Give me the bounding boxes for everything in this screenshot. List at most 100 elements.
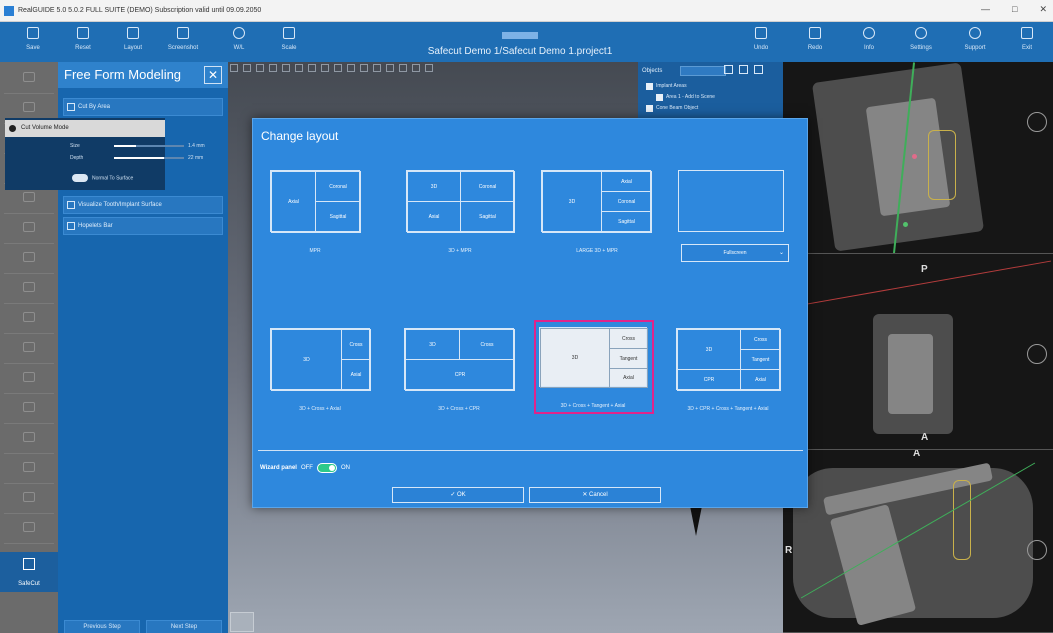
- tool-item[interactable]: [4, 66, 54, 94]
- window-level-button[interactable]: W/L: [214, 25, 264, 59]
- previous-step-button[interactable]: Previous Step: [64, 620, 140, 633]
- minimize-button[interactable]: —: [981, 4, 990, 15]
- view-tool-icon[interactable]: [399, 64, 407, 72]
- tool-icon: [23, 402, 35, 412]
- tool-item[interactable]: [4, 456, 54, 484]
- exit-button[interactable]: Exit: [1002, 25, 1052, 59]
- view-tool-icon[interactable]: [386, 64, 394, 72]
- layout-caption: 3D + Cross + Axial: [299, 406, 341, 412]
- save-button[interactable]: Save: [8, 25, 58, 59]
- tool-item[interactable]: [4, 366, 54, 394]
- navigation-control[interactable]: [1027, 540, 1047, 560]
- implant-outline: [928, 130, 956, 200]
- tool-icon: [23, 252, 35, 262]
- view-tool-icon[interactable]: [347, 64, 355, 72]
- view-tool-icon[interactable]: [412, 64, 420, 72]
- next-step-button[interactable]: Next Step: [146, 620, 222, 633]
- exit-icon: [1021, 27, 1033, 39]
- tool-item[interactable]: [4, 306, 54, 334]
- depth-slider[interactable]: Depth 22 mm: [70, 155, 220, 163]
- object-row[interactable]: Area 1 - Add to Scene: [654, 93, 788, 102]
- undo-button[interactable]: Undo: [736, 25, 786, 59]
- normal-to-surface-toggle[interactable]: Normal To Surface: [72, 174, 133, 182]
- cut-by-area-option[interactable]: Cut By Area: [63, 98, 223, 116]
- hopelets-bar-option[interactable]: Hopelets Bar: [63, 217, 223, 235]
- view-tool-icon[interactable]: [321, 64, 329, 72]
- tool-icon: [23, 522, 35, 532]
- layout-button[interactable]: Layout: [108, 25, 158, 59]
- safecut-tool[interactable]: SafeCut: [0, 552, 58, 592]
- view-tool-icon[interactable]: [425, 64, 433, 72]
- layout-cell: 3D: [542, 171, 602, 233]
- layout-preview: [678, 170, 784, 232]
- tool-item[interactable]: [4, 426, 54, 454]
- tool-item[interactable]: [4, 216, 54, 244]
- ok-button[interactable]: ✓ OK: [392, 487, 524, 503]
- radio-icon: [9, 125, 16, 132]
- view-tool-icon[interactable]: [230, 64, 238, 72]
- grid-icon[interactable]: [739, 65, 748, 74]
- cut-volume-mode-option[interactable]: Cut Volume Mode: [5, 120, 165, 137]
- tool-icon: [23, 102, 35, 112]
- tool-item[interactable]: [4, 246, 54, 274]
- info-button[interactable]: Info: [844, 25, 894, 59]
- view-tool-icon[interactable]: [282, 64, 290, 72]
- layout-cell: Coronal: [315, 171, 361, 202]
- layout-preview: 3D Cross CPR: [404, 328, 515, 391]
- size-slider-track[interactable]: [114, 145, 184, 147]
- layout-preview: 3D Cross Axial: [270, 328, 371, 391]
- layout-caption: 3D + MPR: [448, 248, 472, 254]
- sagittal-view[interactable]: [783, 62, 1053, 254]
- reset-button[interactable]: Reset: [58, 25, 108, 59]
- tool-item[interactable]: [4, 336, 54, 364]
- screenshot-icon: [177, 27, 189, 39]
- tool-item[interactable]: [4, 276, 54, 304]
- navigation-control[interactable]: [1027, 112, 1047, 132]
- view-tool-icon[interactable]: [334, 64, 342, 72]
- maximize-button[interactable]: □: [1012, 4, 1017, 15]
- cancel-button[interactable]: ✕ Cancel: [529, 487, 661, 503]
- depth-slider-track[interactable]: [114, 157, 184, 159]
- save-icon: [27, 27, 39, 39]
- screenshot-button[interactable]: Screenshot: [158, 25, 208, 59]
- panel-close-button[interactable]: ✕: [204, 66, 222, 84]
- wizard-panel-toggle[interactable]: Wizard panel OFF ON: [260, 463, 350, 473]
- axial-view[interactable]: A R: [783, 450, 1053, 633]
- navigation-control[interactable]: [1027, 344, 1047, 364]
- settings-button[interactable]: Settings: [896, 25, 946, 59]
- fullscreen-select[interactable]: Fullscreen ⌄: [681, 244, 789, 262]
- tool-item[interactable]: [4, 396, 54, 424]
- visualize-surface-option[interactable]: Visualize Tooth/Implant Surface: [63, 196, 223, 214]
- object-row[interactable]: Implant Areas: [644, 82, 778, 91]
- reference-line: [784, 260, 1052, 309]
- wizard-switch[interactable]: [316, 463, 337, 473]
- view-tool-icon[interactable]: [243, 64, 251, 72]
- view-tool-icon[interactable]: [360, 64, 368, 72]
- view-tool-icon[interactable]: [373, 64, 381, 72]
- tool-item[interactable]: [4, 516, 54, 544]
- switch-knob: [328, 465, 335, 471]
- close-window-button[interactable]: ✕: [1039, 4, 1047, 15]
- view-tool-icon[interactable]: [295, 64, 303, 72]
- tool-item[interactable]: [4, 186, 54, 214]
- view-tool-icon[interactable]: [269, 64, 277, 72]
- object-row[interactable]: Cone Beam Object: [644, 104, 778, 113]
- objects-search-input[interactable]: [680, 66, 726, 76]
- layout-preview: 3D Cross Tangent CPR Axial: [676, 328, 781, 391]
- add-icon[interactable]: [724, 65, 733, 74]
- redo-button[interactable]: Redo: [790, 25, 840, 59]
- size-slider[interactable]: Size 1.4 mm: [70, 143, 220, 151]
- undo-icon: [755, 27, 767, 39]
- tool-item[interactable]: [4, 486, 54, 514]
- view-tool-icon[interactable]: [256, 64, 264, 72]
- viewport-thumbnail[interactable]: [230, 612, 254, 632]
- objects-panel: Objects Implant Areas Area 1 - Add to Sc…: [638, 62, 783, 122]
- toggle-switch[interactable]: [72, 174, 88, 182]
- view-tool-icon[interactable]: [308, 64, 316, 72]
- layout-caption: 3D + Cross + CPR: [438, 406, 480, 412]
- tool-icon: [23, 222, 35, 232]
- support-button[interactable]: Support: [950, 25, 1000, 59]
- checkbox-icon: [646, 83, 653, 90]
- chevron-down-icon[interactable]: [754, 65, 763, 74]
- cross-view[interactable]: P A: [783, 254, 1053, 450]
